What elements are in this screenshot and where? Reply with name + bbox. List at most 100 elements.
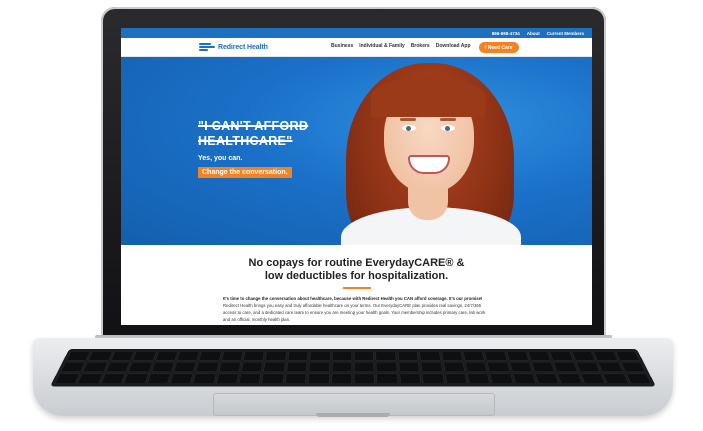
hero-photo-brow-right <box>440 118 456 121</box>
keyboard-key <box>625 373 652 384</box>
keyboard-key <box>615 351 640 361</box>
keyboard-key <box>398 362 420 372</box>
logo[interactable]: Redirect Health <box>199 43 268 51</box>
keyboard-key <box>195 362 219 372</box>
keyboard-key <box>88 351 113 361</box>
keyboard-key <box>375 351 397 361</box>
keyboard-key <box>265 351 287 361</box>
keyboard-key <box>154 351 178 361</box>
keyboard-key <box>506 351 530 361</box>
keyboard-key <box>169 373 194 384</box>
keyboard-key <box>105 362 131 372</box>
keyboard-key <box>593 351 618 361</box>
nav-item-download-app[interactable]: Download App <box>436 43 471 49</box>
laptop-screen: 866-698-4734 About Current Members Redir… <box>121 28 592 325</box>
nav-item-brokers[interactable]: Brokers <box>411 43 430 49</box>
hero-photo-eye-left <box>402 125 416 131</box>
keyboard-key <box>66 351 91 361</box>
keyboard-key <box>489 373 514 384</box>
keyboard-key <box>397 351 419 361</box>
keyboard-key <box>243 351 265 361</box>
keyboard-key <box>442 362 465 372</box>
change-conversation-button[interactable]: Change the conversation. <box>198 167 292 178</box>
keyboard-key <box>419 351 441 361</box>
keyboard-key <box>549 351 574 361</box>
keyboard-key <box>421 373 445 384</box>
keyboard-key <box>238 373 262 384</box>
keyboard-key <box>146 373 171 384</box>
hero-headline-line2: HEALTHCARE" <box>198 134 293 148</box>
hero-headline-line1: "I CAN'T AFFORD <box>198 119 309 133</box>
hero-headline: "I CAN'T AFFORD HEALTHCARE" <box>198 119 308 149</box>
keyboard-key <box>353 373 376 384</box>
hero-photo-brow-left <box>400 118 416 121</box>
keyboard-key <box>420 362 443 372</box>
i-need-care-button[interactable]: I Need Care <box>479 42 519 53</box>
keyboard-key <box>353 362 375 372</box>
keyboard-key <box>176 351 200 361</box>
keyboard-key <box>399 373 422 384</box>
keyboard-key <box>218 362 242 372</box>
keyboard-key <box>287 351 309 361</box>
keyboard-key <box>77 373 103 384</box>
nav-item-business[interactable]: Business <box>331 43 353 49</box>
hero-photo-eye-right <box>441 125 455 131</box>
main-nav: Redirect Health Business Individual & Fa… <box>121 38 592 57</box>
keyboard-key <box>441 351 463 361</box>
hero-banner: "I CAN'T AFFORD HEALTHCARE" Yes, you can… <box>121 57 592 245</box>
keyboard-key <box>557 373 583 384</box>
keyboard-key <box>110 351 135 361</box>
keyboard-key <box>100 373 126 384</box>
keyboard-key <box>571 351 596 361</box>
title-divider <box>343 287 371 289</box>
keyboard-key <box>575 362 601 372</box>
keyboard-key <box>598 362 623 372</box>
nav-links: Business Individual & Family Brokers Dow… <box>331 43 471 49</box>
section-title-line1: No copays for routine EverydayCARE® & <box>248 257 465 269</box>
keyboard-key <box>620 362 646 372</box>
intro-section: No copays for routine EverydayCARE® & lo… <box>121 245 592 325</box>
keyboard-key <box>531 362 556 372</box>
keyboard-key <box>487 362 511 372</box>
hero-photo-hair <box>371 77 485 117</box>
section-title: No copays for routine EverydayCARE® & lo… <box>121 257 592 283</box>
keyboard-key <box>462 351 485 361</box>
utility-bar: 866-698-4734 About Current Members <box>121 28 592 38</box>
keyboard-key <box>376 362 398 372</box>
keyboard-key <box>444 373 468 384</box>
keyboard-key <box>528 351 552 361</box>
about-link[interactable]: About <box>527 31 540 36</box>
keyboard-key <box>512 373 537 384</box>
keyboard-key <box>192 373 217 384</box>
keyboard-key <box>128 362 153 372</box>
intro-paragraph: It's time to change the conversation abo… <box>223 295 491 323</box>
keyboard-key <box>376 373 399 384</box>
keyboard-key <box>331 362 352 372</box>
keyboard-key <box>535 373 560 384</box>
keyboard-key <box>263 362 286 372</box>
keyboard-key <box>484 351 507 361</box>
keyboard-key <box>215 373 239 384</box>
keyboard-key <box>286 362 308 372</box>
keyboard-key <box>580 373 606 384</box>
keyboard-key <box>467 373 491 384</box>
intro-bold-text: It's time to change the conversation abo… <box>223 296 483 301</box>
keyboard-key <box>353 351 375 361</box>
keyboard-key <box>132 351 157 361</box>
current-members-link[interactable]: Current Members <box>547 31 584 36</box>
section-title-line2: low deductibles for hospitalization. <box>264 270 449 282</box>
nav-item-individual-family[interactable]: Individual & Family <box>359 43 405 49</box>
keyboard-key <box>553 362 578 372</box>
keyboard-key <box>284 373 307 384</box>
keyboard-key <box>307 373 330 384</box>
keyboard-key <box>308 362 330 372</box>
laptop-lip <box>316 413 390 417</box>
logo-text: Redirect Health <box>218 43 268 51</box>
keyboard-key <box>54 373 81 384</box>
phone-link[interactable]: 866-698-4734 <box>492 31 520 36</box>
hero-subline: Yes, you can. <box>198 155 243 162</box>
keyboard-key <box>83 362 108 372</box>
keyboard-key <box>603 373 629 384</box>
laptop-keyboard <box>50 348 656 387</box>
hero-photo-smile <box>410 157 448 172</box>
